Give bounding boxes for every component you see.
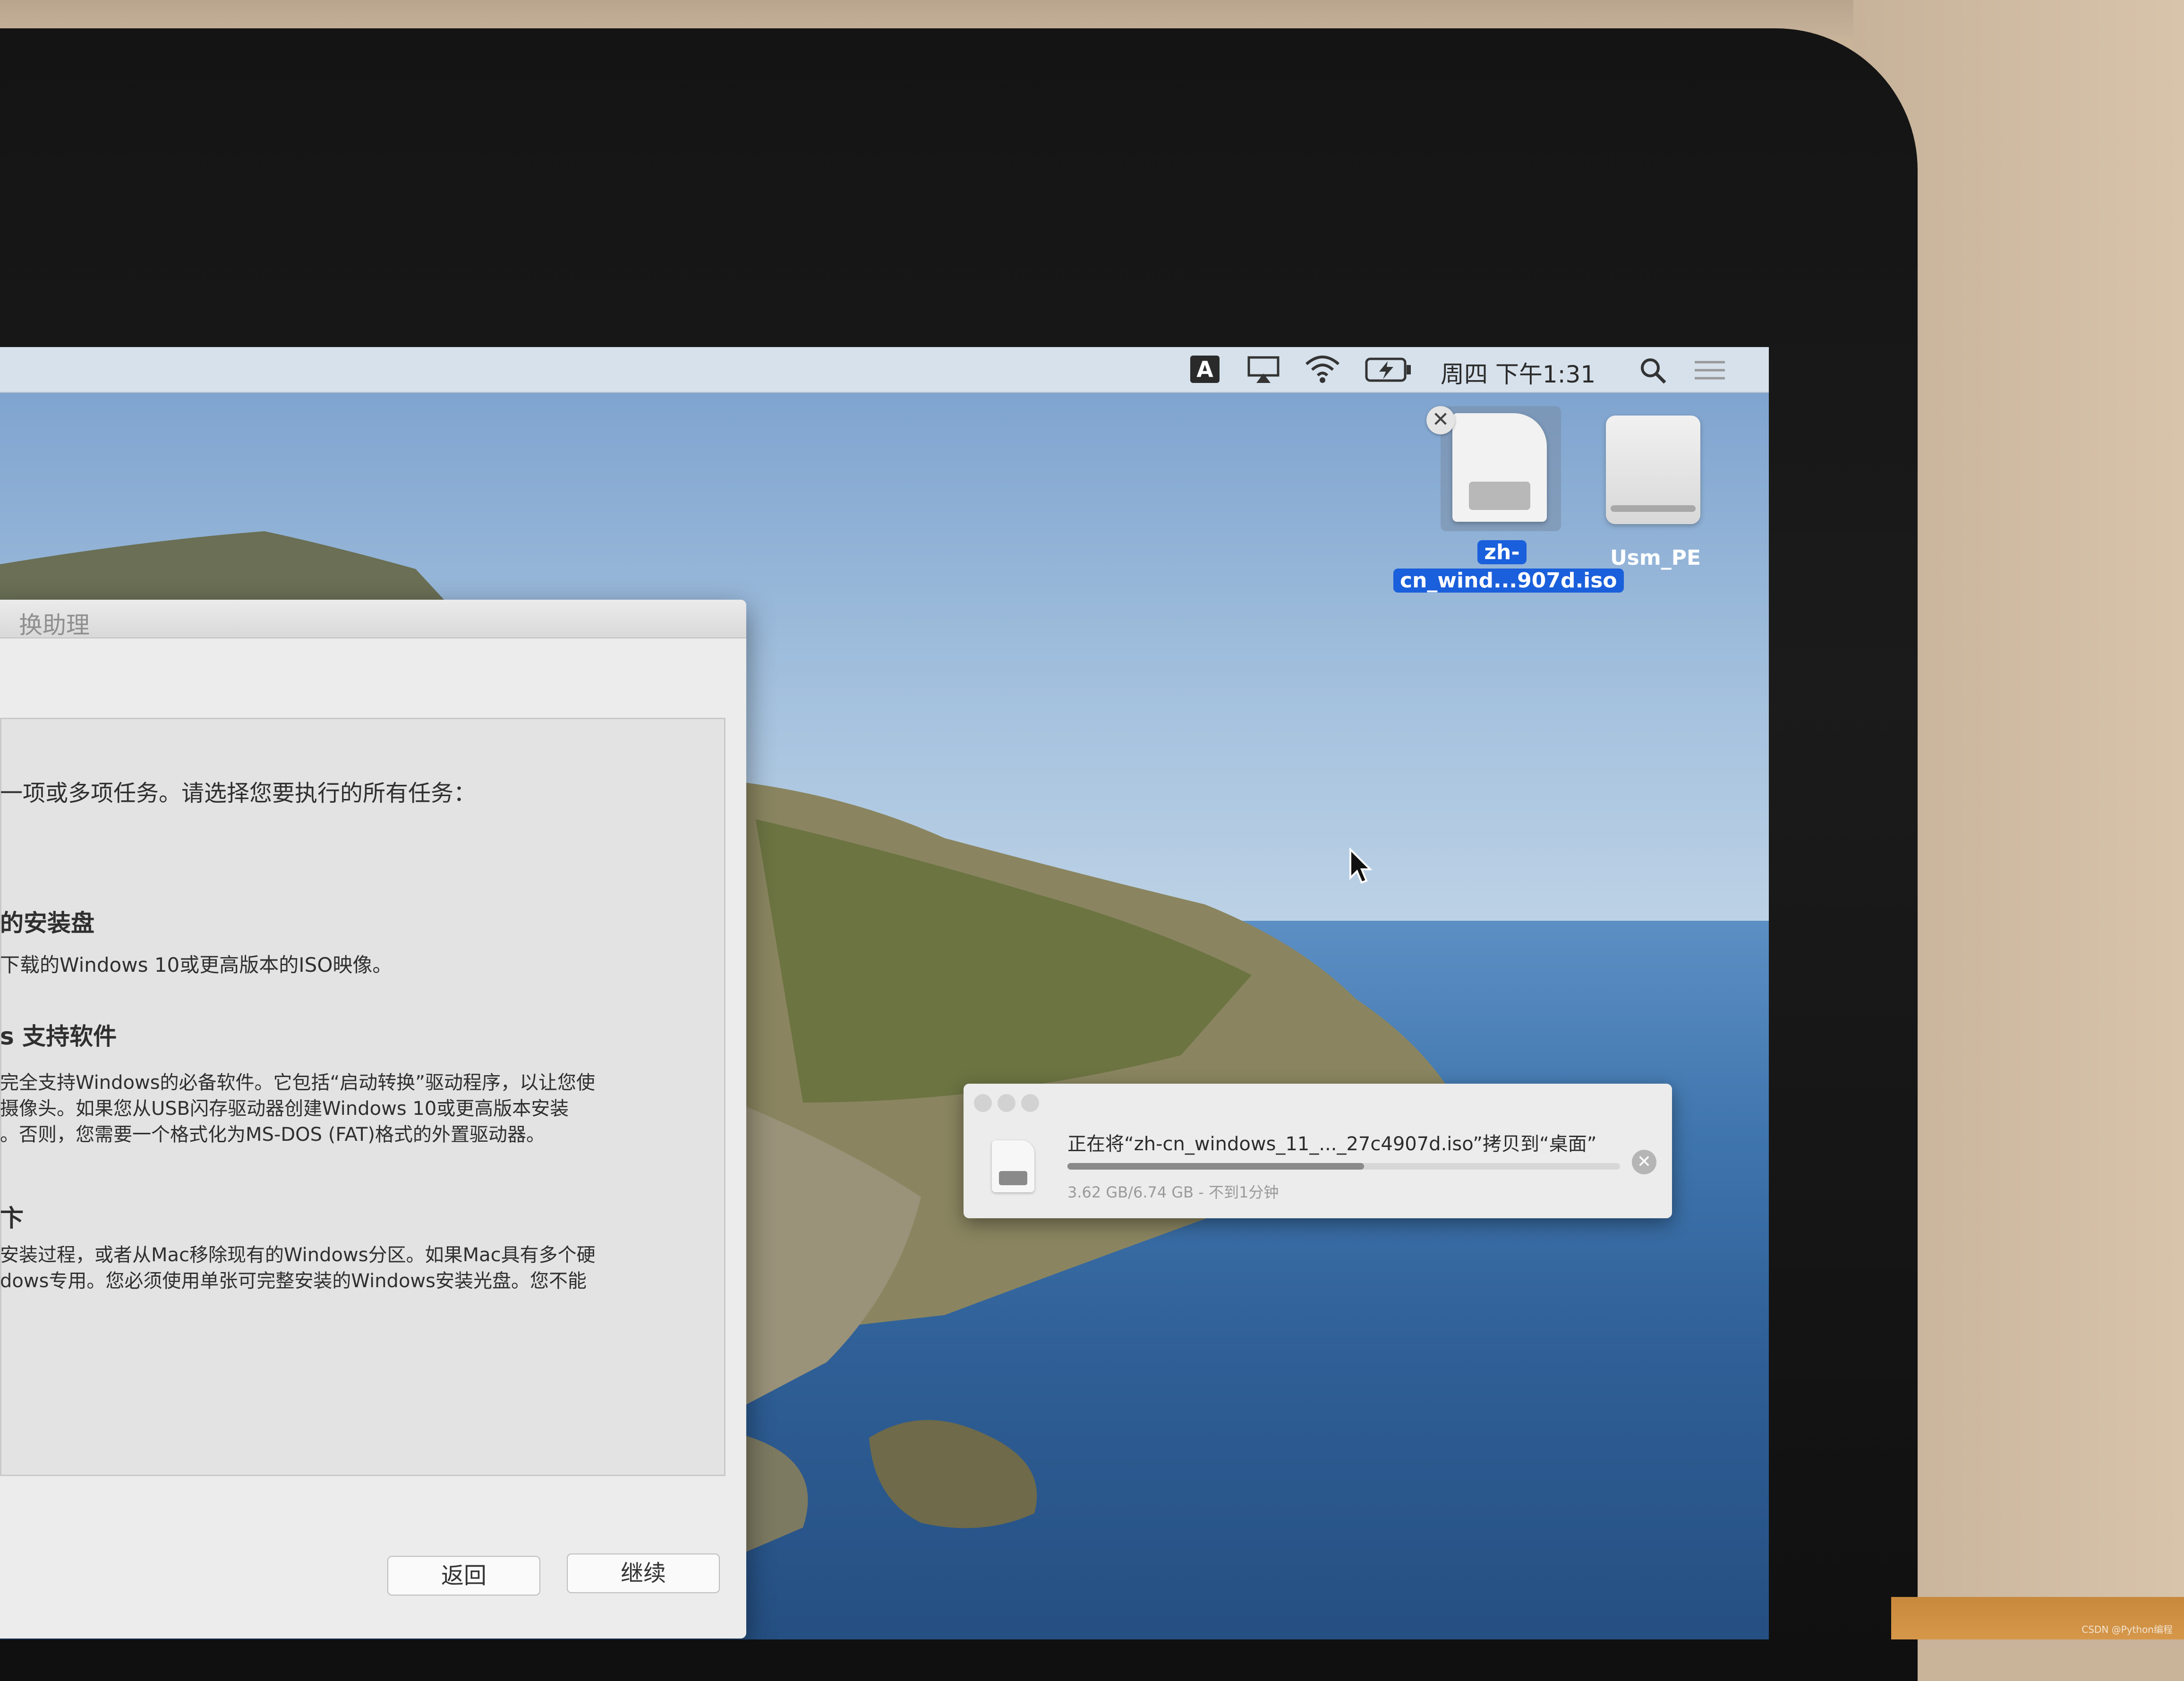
task-install-remove-line2: dows专用。您必须使用单张可完整安装的Windows安装光盘。您不能 (0, 1270, 587, 1292)
input-source-icon[interactable]: A (1190, 356, 1220, 383)
drive-slot (1611, 505, 1696, 512)
task-create-installer-desc: 下载的Windows 10或更高版本的ISO映像。 (0, 953, 392, 976)
airplay-icon[interactable] (1247, 356, 1280, 386)
cancel-copy-icon[interactable]: ✕ (1632, 1150, 1656, 1174)
disk-image-drive-glyph (1469, 482, 1530, 510)
close-window-button[interactable] (974, 1094, 992, 1112)
notification-center-icon[interactable] (1691, 358, 1729, 384)
window-title: 换助理 (19, 611, 90, 639)
desktop-icon-usb-drive[interactable]: Usm_PE (1596, 416, 1715, 570)
intro-text: 一项或多项任务。请选择您要执行的所有任务： (0, 780, 477, 807)
copy-progress-dialog: 正在将“zh-cn_windows_11_..._27c4907d.iso”拷贝… (964, 1084, 1672, 1218)
back-button[interactable]: 返回 (387, 1556, 540, 1596)
bootcamp-assistant-window: 换助理 一项或多项任务。请选择您要执行的所有任务： 的安装盘 下载的Window… (0, 600, 746, 1639)
file-icon-drive-glyph (999, 1171, 1027, 1185)
wifi-icon[interactable] (1304, 354, 1341, 386)
close-badge-icon[interactable]: ✕ (1426, 406, 1455, 434)
copy-message: 正在将“zh-cn_windows_11_..._27c4907d.iso”拷贝… (1067, 1133, 1597, 1155)
mac-screen: A 周四 下午1:31 ✕ zh- cn_wind...907d.iso Usm… (0, 347, 1769, 1639)
menu-clock[interactable]: 周四 下午1:31 (1441, 356, 1595, 390)
task-support-software-line1: 完全支持Windows的必备软件。它包括“启动转换”驱动程序，以让您使 (0, 1072, 595, 1094)
window-title-bar: 换助理 (0, 600, 746, 639)
search-icon[interactable] (1639, 357, 1667, 387)
task-install-remove-heading[interactable]: 卞 (0, 1199, 24, 1233)
task-support-software-line2: 摄像头。如果您从USB闪存驱动器创建Windows 10或更高版本安装 (0, 1098, 569, 1120)
copy-progress-bar (1067, 1163, 1620, 1170)
mouse-pointer-icon (1348, 847, 1373, 887)
menu-bar: A 周四 下午1:31 (0, 347, 1769, 393)
continue-button[interactable]: 继续 (567, 1554, 720, 1593)
task-install-remove-line1: 安装过程，或者从Mac移除现有的Windows分区。如果Mac具有多个硬 (0, 1244, 596, 1266)
iso-file-label: zh- cn_wind...907d.iso (1393, 538, 1624, 595)
usb-drive-label: Usm_PE (1610, 546, 1701, 570)
task-support-software-heading[interactable]: s 支持软件 (0, 1018, 117, 1052)
watermark: CSDN @Python编程 (2082, 1624, 2173, 1635)
task-create-installer-heading[interactable]: 的安装盘 (0, 904, 94, 938)
task-support-software-line3: 。否则，您需要一个格式化为MS-DOS (FAT)格式的外置驱动器。 (0, 1124, 545, 1146)
copy-progress-fill (1067, 1163, 1365, 1170)
minimize-window-button[interactable] (998, 1094, 1015, 1112)
battery-icon[interactable] (1365, 357, 1412, 384)
zoom-window-button[interactable] (1021, 1094, 1039, 1112)
copy-status: 3.62 GB/6.74 GB - 不到1分钟 (1067, 1183, 1279, 1201)
